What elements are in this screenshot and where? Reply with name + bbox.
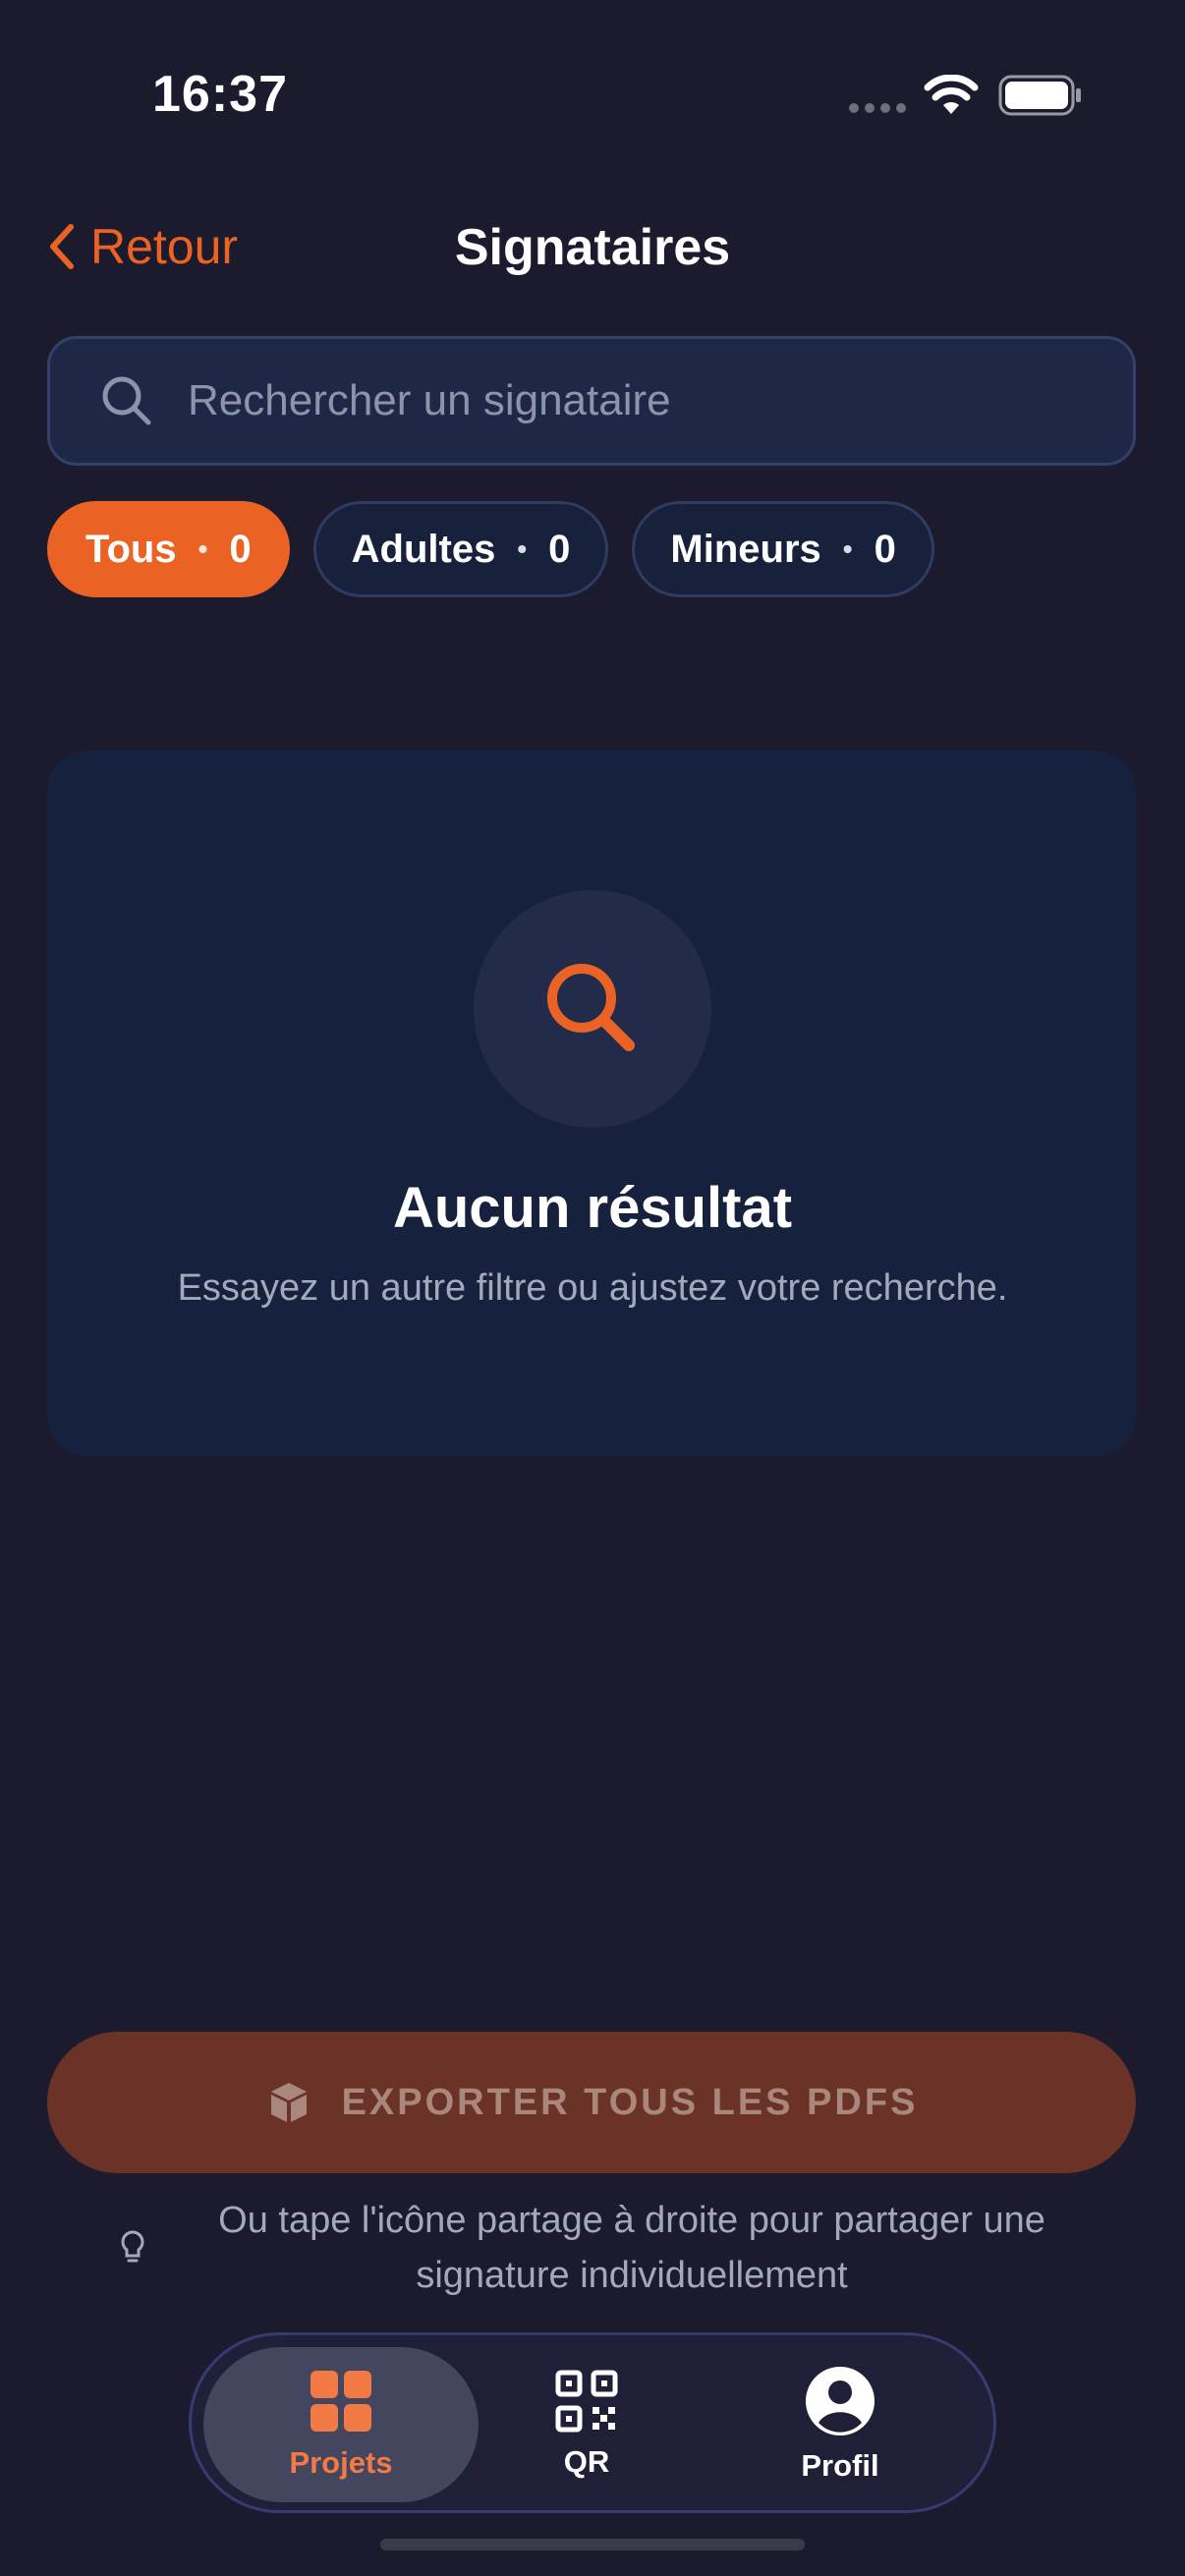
filter-chip-mineurs[interactable]: Mineurs • 0 <box>632 501 934 597</box>
wifi-icon <box>924 75 979 114</box>
empty-state-title: Aucun résultat <box>392 1176 793 1240</box>
filter-chip-tous[interactable]: Tous • 0 <box>47 501 290 597</box>
separator-dot: • <box>517 533 528 564</box>
filter-label: Adultes <box>351 527 496 571</box>
back-button[interactable]: Retour <box>47 218 238 275</box>
search-input[interactable]: Rechercher un signataire <box>47 336 1136 466</box>
package-icon <box>270 2083 307 2122</box>
filter-count: 0 <box>548 527 571 571</box>
export-all-pdfs-button[interactable]: EXPORTER TOUS LES PDFS <box>47 2032 1136 2173</box>
hint-text: Ou tape l'icône partage à droite pour pa… <box>218 2200 1045 2296</box>
tab-bar: Projets QR Profil <box>189 2332 996 2513</box>
separator-dot: • <box>198 533 208 564</box>
lightbulb-icon <box>121 2230 144 2263</box>
tab-qr[interactable]: QR <box>508 2347 665 2502</box>
filter-label: Tous <box>85 527 177 571</box>
tab-label: QR <box>563 2444 610 2479</box>
chevron-left-icon <box>50 224 74 269</box>
home-indicator <box>380 2539 805 2550</box>
battery-icon <box>998 75 1081 116</box>
grid-icon <box>310 2371 371 2432</box>
empty-state-icon-circle <box>474 890 711 1128</box>
filter-chip-adultes[interactable]: Adultes • 0 <box>312 501 609 597</box>
export-label: EXPORTER TOUS LES PDFS <box>341 2081 919 2123</box>
search-icon <box>102 376 151 425</box>
filter-count: 0 <box>229 527 252 571</box>
tab-label: Profil <box>801 2448 879 2483</box>
back-label: Retour <box>90 219 239 274</box>
tab-profil[interactable]: Profil <box>742 2347 938 2502</box>
empty-state-subtitle: Essayez un autre filtre ou ajustez votre… <box>177 1267 1008 1309</box>
status-time: 16:37 <box>152 66 288 123</box>
profile-icon <box>806 2367 875 2436</box>
filter-chips: Tous • 0 Adultes • 0 Mineurs • 0 <box>47 501 934 597</box>
filter-label: Mineurs <box>670 527 821 571</box>
cellular-signal-icon <box>849 103 906 113</box>
filter-count: 0 <box>874 527 896 571</box>
tab-label: Projets <box>289 2445 393 2480</box>
share-hint: Ou tape l'icône partage à droite pour pa… <box>118 2193 1100 2303</box>
search-placeholder: Rechercher un signataire <box>188 376 671 424</box>
separator-dot: • <box>842 533 853 564</box>
search-icon <box>547 964 635 1051</box>
qr-code-icon <box>555 2370 618 2433</box>
tab-projets[interactable]: Projets <box>203 2347 479 2502</box>
